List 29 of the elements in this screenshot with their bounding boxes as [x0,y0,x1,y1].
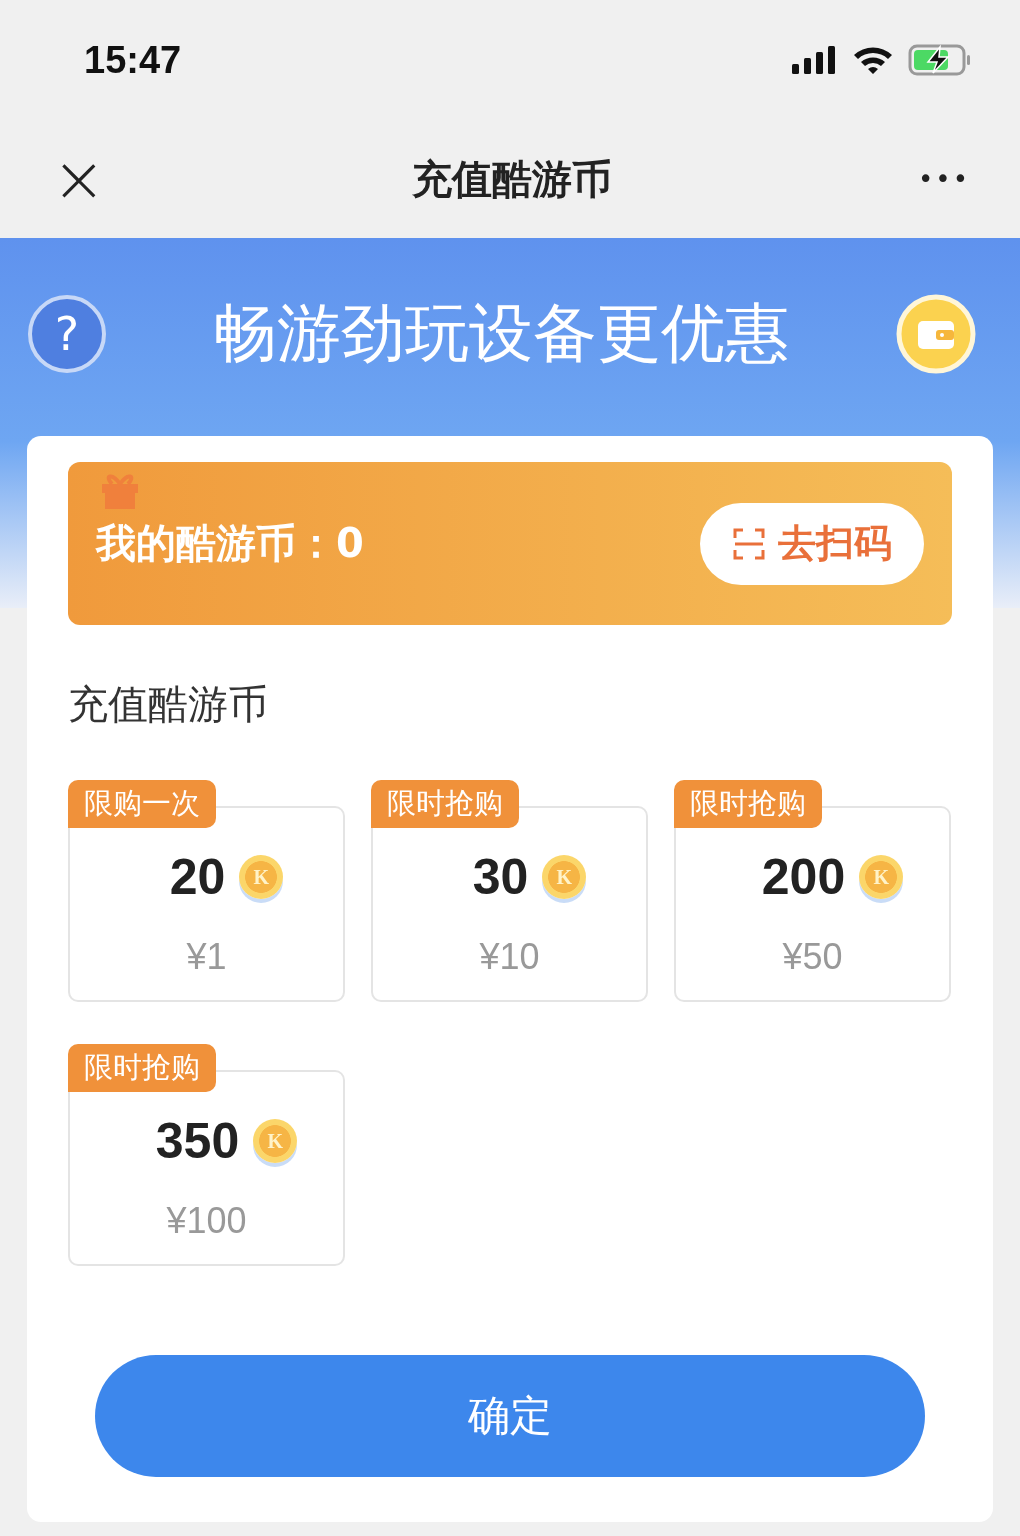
coin-amount: 350 [155,1112,240,1170]
package-price: ¥100 [166,1200,247,1242]
package-price: ¥1 [186,936,227,978]
balance-label: 我的酷游币：0 [96,519,364,568]
package-price: ¥50 [782,936,843,978]
page-title: 充值酷游币 [411,154,612,204]
more-button[interactable]: ••• [917,164,970,194]
package-price: ¥10 [479,936,540,978]
coin-amount: 20 [169,848,226,906]
coin-amount: 30 [472,848,529,906]
confirm-button[interactable]: 确定 [95,1355,925,1477]
help-button[interactable]: ? [28,294,106,373]
banner-title: 畅游劲玩设备更优惠 [213,295,789,372]
section-title: 充值酷游币 [68,680,269,729]
wallet-button[interactable] [896,293,976,374]
status-time: 15:47 [84,38,182,82]
coin-icon: K [542,855,587,899]
coin-icon: K [859,855,904,899]
scan-icon [732,526,766,561]
package-tag: 限时抢购 [674,780,822,828]
package-tag: 限时抢购 [68,1044,216,1092]
wifi-icon [852,45,894,75]
package-tag: 限时抢购 [371,780,519,828]
package-tag: 限购一次 [68,780,216,828]
coin-icon: K [239,855,284,899]
close-button[interactable]: × [52,147,106,211]
coin-amount: 200 [761,848,846,906]
signal-icon [792,46,838,74]
coin-icon: K [253,1119,298,1163]
